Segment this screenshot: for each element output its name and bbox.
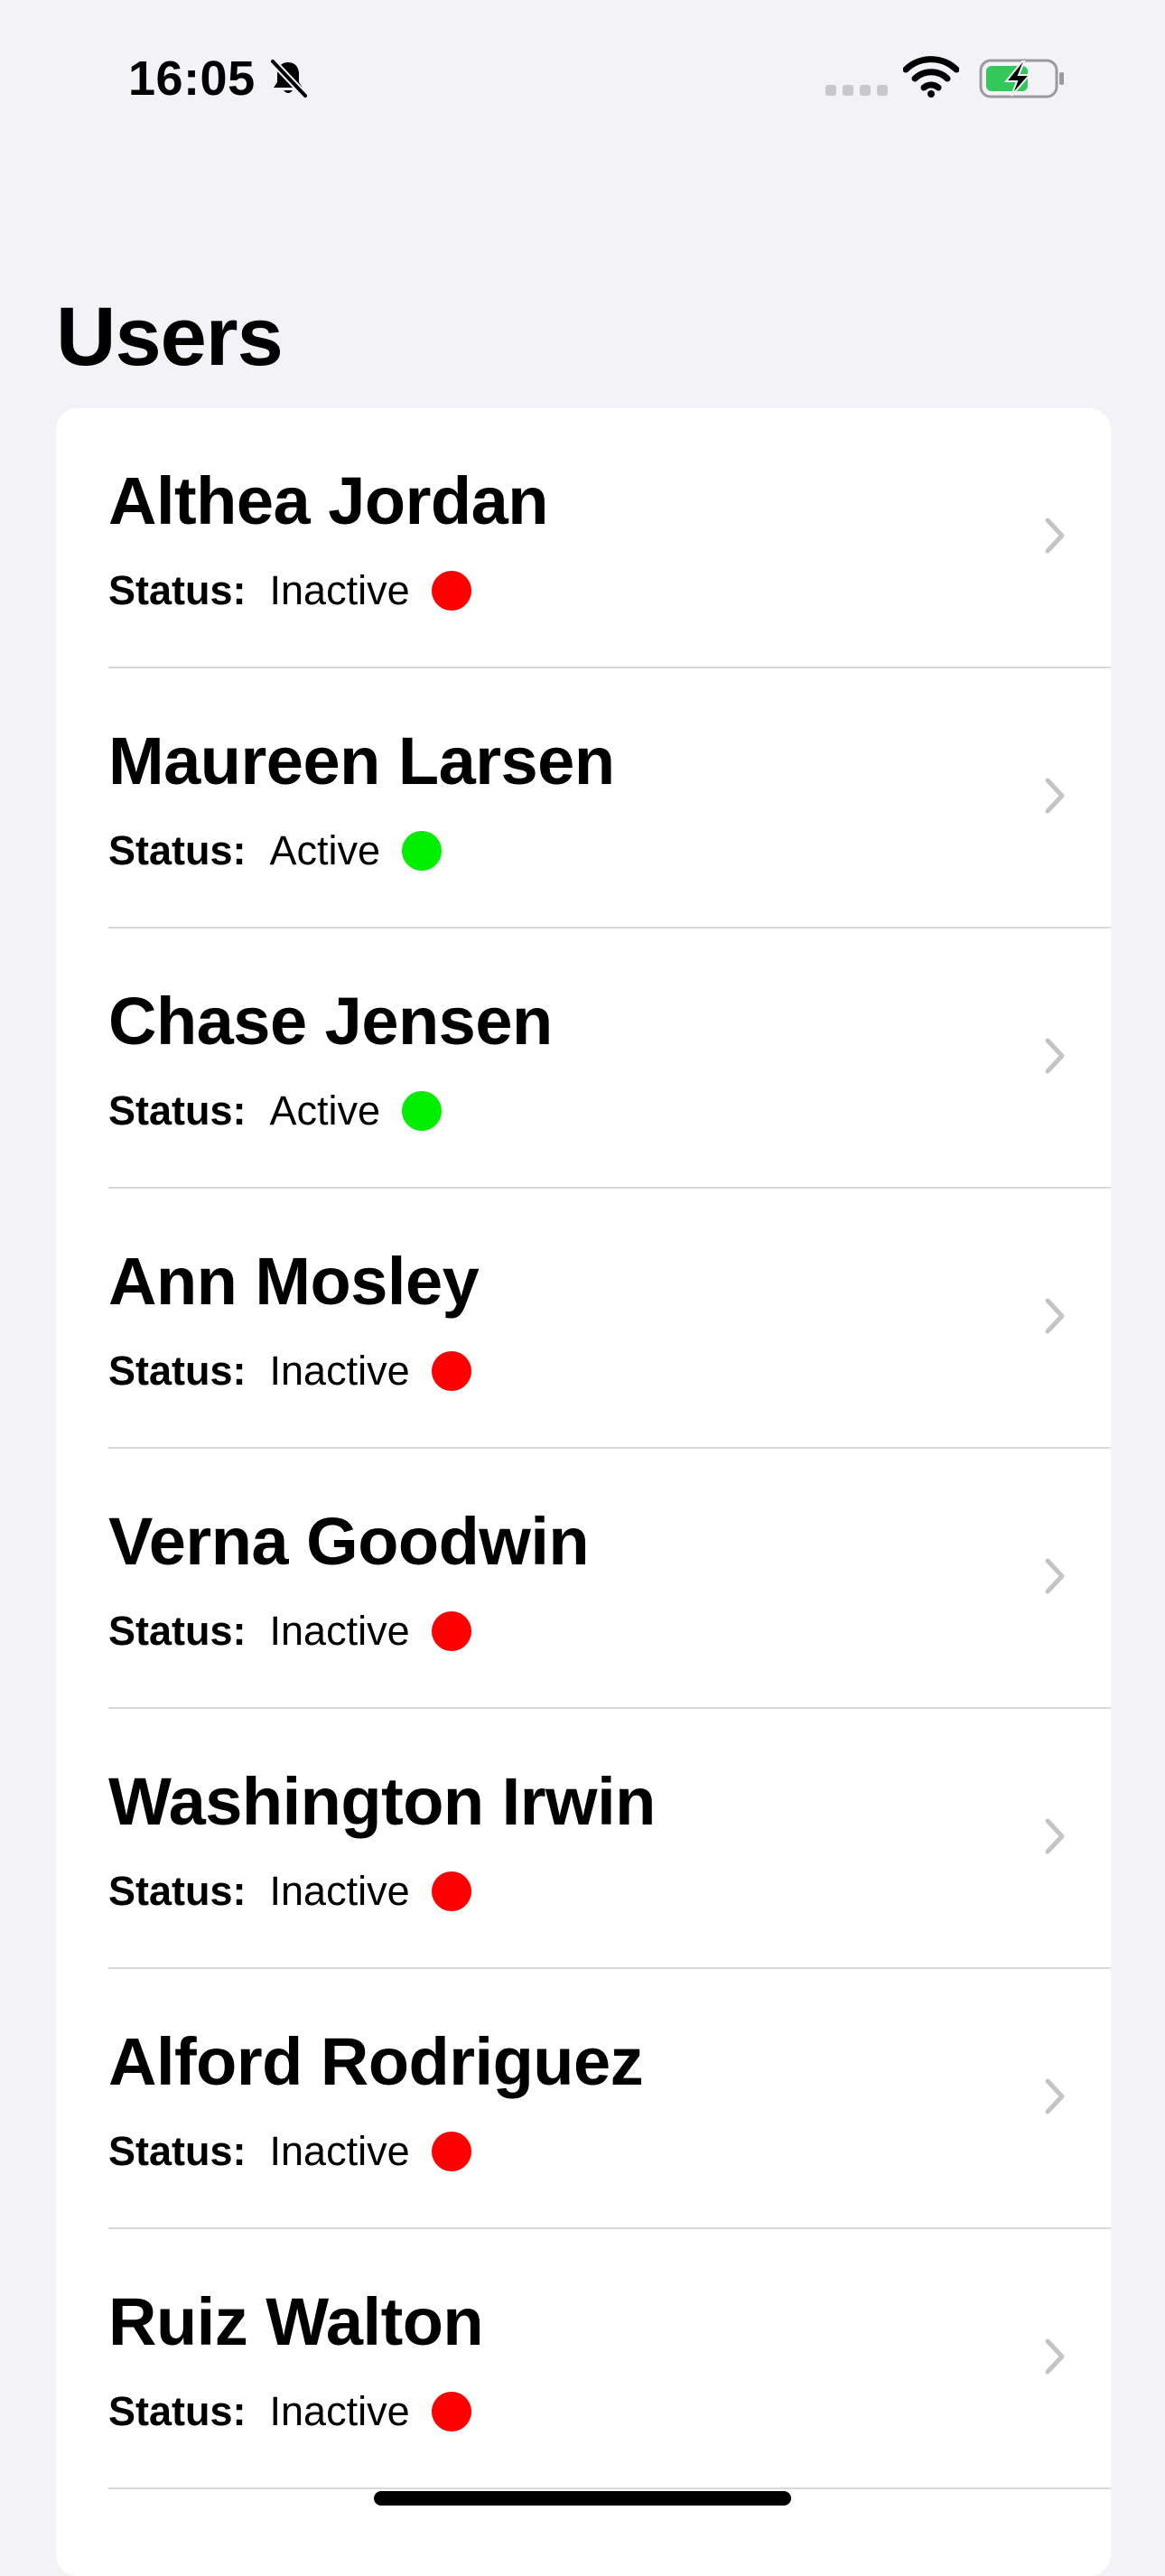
chevron-right-icon	[1045, 2078, 1065, 2114]
status-value: Inactive	[269, 2388, 410, 2434]
chevron-right-icon	[1045, 2338, 1065, 2375]
cellular-signal-icon	[825, 85, 888, 96]
user-name: Verna Goodwin	[108, 1504, 590, 1579]
wifi-icon	[903, 56, 959, 98]
status-dot-icon	[431, 1611, 471, 1651]
chevron-right-icon	[1045, 518, 1065, 554]
status-label: Status:	[108, 1608, 247, 1654]
status-dot-icon	[402, 831, 443, 871]
user-name: Alford Rodriguez	[108, 2024, 644, 2099]
status-value: Inactive	[269, 1608, 410, 1654]
row-divider	[108, 2487, 1111, 2489]
status-label: Status:	[108, 2128, 247, 2174]
user-status: Status: Inactive	[108, 2124, 471, 2179]
status-dot-icon	[431, 2132, 471, 2171]
status-dot-icon	[431, 1351, 471, 1391]
status-time: 16:05	[128, 51, 256, 106]
status-label: Status:	[108, 2388, 247, 2434]
status-label: Status:	[108, 1348, 247, 1394]
list-item[interactable]: Ruiz Walton Status: Inactive	[56, 2229, 1111, 2489]
chevron-right-icon	[1045, 778, 1065, 814]
status-label: Status:	[108, 827, 247, 873]
list-item[interactable]: Chase Jensen Status: Active	[56, 929, 1111, 1189]
user-status: Status: Inactive	[108, 564, 471, 618]
user-name: Washington Irwin	[108, 1764, 656, 1839]
status-label: Status:	[108, 1868, 247, 1914]
user-status: Status: Inactive	[108, 2385, 471, 2439]
status-value: Active	[269, 1087, 381, 1134]
user-name: Ann Mosley	[108, 1244, 480, 1319]
list-item[interactable]: Althea Jordan Status: Inactive	[56, 408, 1111, 668]
bell-slash-icon	[269, 58, 309, 99]
list-item[interactable]: Maureen Larsen Status: Active	[56, 668, 1111, 929]
status-dot-icon	[402, 1091, 443, 1131]
status-label: Status:	[108, 567, 247, 613]
user-name: Ruiz Walton	[108, 2284, 484, 2359]
status-dot-icon	[431, 2392, 471, 2431]
battery-charging-icon	[979, 59, 1064, 98]
user-status: Status: Inactive	[108, 1344, 471, 1398]
status-value: Inactive	[269, 567, 410, 613]
home-indicator[interactable]	[374, 2491, 791, 2506]
user-name: Althea Jordan	[108, 463, 548, 538]
status-bar: 16:05	[0, 0, 1165, 154]
status-value: Inactive	[269, 1868, 410, 1914]
status-label: Status:	[108, 1087, 247, 1134]
list-item[interactable]: Ann Mosley Status: Inactive	[56, 1189, 1111, 1449]
user-list: Althea Jordan Status: Inactive Maureen Lars…	[56, 408, 1111, 2576]
status-dot-icon	[431, 1871, 471, 1911]
chevron-right-icon	[1045, 1038, 1065, 1074]
user-status: Status: Inactive	[108, 1604, 471, 1658]
user-name: Chase Jensen	[108, 984, 553, 1059]
user-status: Status: Active	[108, 824, 443, 878]
list-item[interactable]: Alford Rodriguez Status: Inactive	[56, 1969, 1111, 2229]
list-item[interactable]: Verna Goodwin Status: Inactive	[56, 1449, 1111, 1709]
status-value: Inactive	[269, 2128, 410, 2174]
chevron-right-icon	[1045, 1298, 1065, 1334]
page-title: Users	[56, 291, 284, 383]
user-name: Maureen Larsen	[108, 723, 615, 798]
chevron-right-icon	[1045, 1558, 1065, 1594]
chevron-right-icon	[1045, 1818, 1065, 1854]
status-value: Inactive	[269, 1348, 410, 1394]
status-dot-icon	[431, 571, 471, 611]
list-item[interactable]: Washington Irwin Status: Inactive	[56, 1709, 1111, 1969]
user-status: Status: Active	[108, 1084, 443, 1138]
status-value: Active	[269, 827, 381, 873]
user-status: Status: Inactive	[108, 1864, 471, 1918]
